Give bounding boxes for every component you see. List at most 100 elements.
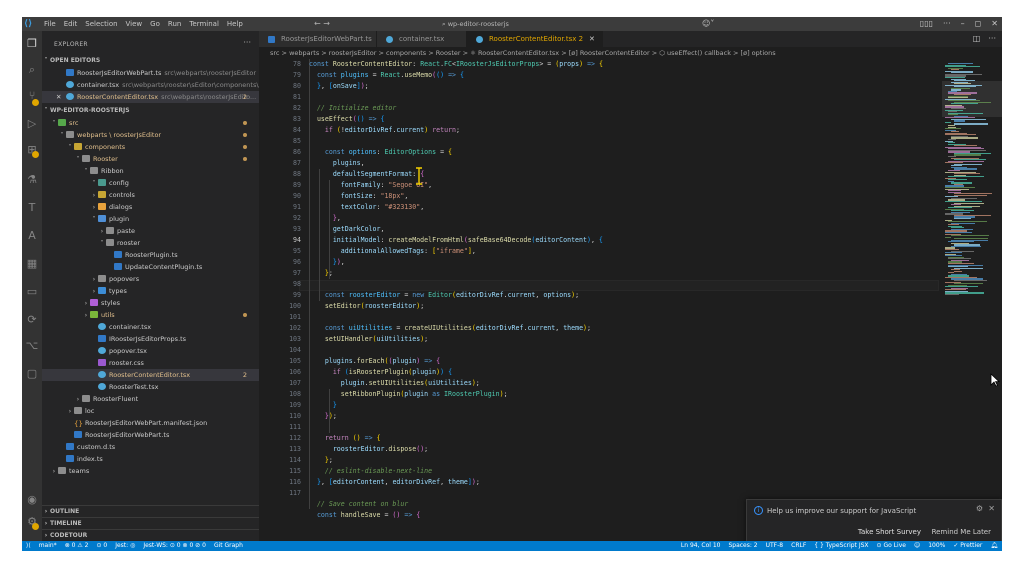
explorer-icon[interactable]: ❐ (25, 37, 39, 51)
menu-selection[interactable]: Selection (81, 17, 121, 31)
tree-folder[interactable]: › controls (42, 189, 259, 201)
language-mode-status[interactable]: { } TypeScript JSX (814, 541, 868, 551)
search-icon[interactable]: ⌕ (25, 63, 39, 77)
tree-file[interactable]: UpdateContentPlugin.ts (42, 261, 259, 273)
close-icon[interactable]: ✕ (56, 91, 66, 103)
menu-edit[interactable]: Edit (60, 17, 82, 31)
tree-folder[interactable]: › teams (42, 465, 259, 477)
tree-file[interactable]: popover.tsx (42, 345, 259, 357)
minimize-icon[interactable]: – (961, 17, 965, 31)
notification-settings-icon[interactable]: ⚙ (976, 504, 983, 513)
notification-close-icon[interactable]: ✕ (988, 504, 995, 513)
tree-folder[interactable]: › popovers (42, 273, 259, 285)
menu-run[interactable]: Run (164, 17, 185, 31)
timeline-section[interactable]: › TIMELINE (42, 517, 259, 529)
tree-folder[interactable]: ˅ src (42, 117, 259, 129)
open-editor-item[interactable]: RoosterJsEditorWebPart.ts src\webparts\ro… (42, 67, 259, 79)
tree-file[interactable]: container.tsx (42, 321, 259, 333)
code-line: setEditor(roosterEditor); (324, 302, 425, 310)
tree-file[interactable]: RoosterTest.tsx (42, 381, 259, 393)
tab-roostercontenteditor[interactable]: RoosterContentEditor.tsx 2 ✕ (467, 31, 603, 47)
run-debug-icon[interactable]: ▷ (25, 117, 39, 131)
tab-roosterjseditorwebpart[interactable]: RoosterJsEditorWebPart.ts (259, 31, 377, 47)
close-icon[interactable]: ✕ (991, 17, 998, 31)
remind-later-button[interactable]: Remind Me Later (932, 527, 991, 537)
breadcrumb[interactable]: src > webparts > roosterJsEditor > compo… (259, 47, 1002, 59)
tree-folder[interactable]: › styles (42, 297, 259, 309)
eol-status[interactable]: CRLF (791, 541, 806, 551)
git-graph-icon[interactable]: ⌥ (25, 339, 39, 353)
azure-icon[interactable]: A (25, 229, 39, 243)
notifications-bell-icon[interactable]: 🔔︎ (990, 541, 998, 551)
remote-icon[interactable]: ⟩⟨ (26, 541, 31, 551)
tree-folder[interactable]: › RoosterFluent (42, 393, 259, 405)
layout-icon[interactable]: ▯▯▯ (920, 17, 933, 31)
git-graph-status[interactable]: Git Graph (214, 541, 243, 551)
workspace-section[interactable]: ˅ WP-EDITOR-ROOSTERJS (42, 105, 259, 117)
comments-icon[interactable]: ▢ (25, 367, 39, 381)
tree-folder[interactable]: › paste (42, 225, 259, 237)
tree-file[interactable]: IRoosterJsEditorProps.ts (42, 333, 259, 345)
open-editor-item[interactable]: container.tsx src\webparts\rooster\sEdito… (42, 79, 259, 91)
menu-file[interactable]: File (40, 17, 60, 31)
teams-icon[interactable]: T (25, 201, 39, 215)
more-icon[interactable]: ··· (943, 17, 951, 31)
jest-status[interactable]: Jest: ◎ (115, 541, 135, 551)
outline-section[interactable]: › OUTLINE (42, 505, 259, 517)
command-center[interactable]: ⌕ wp-editor-roosterjs (442, 19, 582, 29)
copilot-icon[interactable]: ☺˅ (702, 17, 714, 31)
git-branch-status[interactable]: main* (39, 541, 57, 551)
zoom-status[interactable]: 100% (928, 541, 945, 551)
tree-folder[interactable]: ˅ webparts \ roosterJsEditor (42, 129, 259, 141)
prettier-status[interactable]: ✓ Prettier (953, 541, 982, 551)
remote-explorer-icon[interactable]: ▭ (25, 285, 39, 299)
minimap[interactable] (942, 59, 1002, 527)
close-tab-icon[interactable]: ✕ (589, 35, 595, 43)
tree-folder[interactable]: › loc (42, 405, 259, 417)
menu-view[interactable]: View (122, 17, 147, 31)
tree-folder[interactable]: ˅ plugin (42, 213, 259, 225)
tree-file[interactable]: {} RoosterJsEditorWebPart.manifest.json (42, 417, 259, 429)
copilot-status-icon[interactable]: ☺ (914, 541, 920, 551)
tree-file[interactable]: RoosterJsEditorWebPart.ts (42, 429, 259, 441)
tree-folder[interactable]: › types (42, 285, 259, 297)
menu-help[interactable]: Help (223, 17, 247, 31)
take-survey-button[interactable]: Take Short Survey (858, 527, 921, 537)
tree-folder[interactable]: › dialogs (42, 201, 259, 213)
go-live-status[interactable]: ⊙ Go Live (877, 541, 906, 551)
codetour-section[interactable]: › CODETOUR (42, 529, 259, 541)
open-editor-item-active[interactable]: ✕ RoosterContentEditor.tsx src\webparts\ro… (42, 91, 259, 103)
indentation-status[interactable]: Spaces: 2 (728, 541, 757, 551)
menu-go[interactable]: Go (146, 17, 164, 31)
tree-file[interactable]: custom.d.ts (42, 441, 259, 453)
ports-status[interactable]: ⊙ 0 (96, 541, 107, 551)
tree-folder[interactable]: › utils (42, 309, 259, 321)
tree-file[interactable]: rooster.css (42, 357, 259, 369)
tree-folder[interactable]: ˅ Rooster (42, 153, 259, 165)
line-number: 108 (289, 390, 301, 398)
problems-status[interactable]: ⊗ 0 ⚠ 2 (65, 541, 89, 551)
cursor-position-status[interactable]: Ln 94, Col 10 (681, 541, 721, 551)
nav-arrows[interactable]: ← → (314, 17, 330, 31)
accounts-icon[interactable]: ◉ (25, 493, 39, 507)
tab-container[interactable]: container.tsx (377, 31, 467, 47)
tree-folder[interactable]: ˅ config (42, 177, 259, 189)
tree-file-selected[interactable]: RoosterContentEditor.tsx 2 (42, 369, 259, 381)
maximize-icon[interactable]: ◻ (975, 17, 982, 31)
tree-file[interactable]: RoosterPlugin.ts (42, 249, 259, 261)
split-editor-icon[interactable]: ◫ (973, 31, 981, 47)
explorer-more-icon[interactable]: ··· (243, 38, 251, 47)
tree-folder[interactable]: ˅ Ribbon (42, 165, 259, 177)
docker-icon[interactable]: ▦ (25, 257, 39, 271)
more-actions-icon[interactable]: ··· (988, 31, 996, 47)
jest-ws-status[interactable]: Jest-WS: ⊙ 0 ⊗ 0 ⊘ 0 (143, 541, 206, 551)
testing-icon[interactable]: ⚗ (25, 173, 39, 187)
encoding-status[interactable]: UTF-8 (766, 541, 784, 551)
code-editor[interactable]: 78 79 80 81 82 83 84 85 86 87 88 89 90 91 92 93 94 95 96 97… (259, 59, 942, 527)
tree-folder[interactable]: ˅ rooster (42, 237, 259, 249)
tree-folder[interactable]: ˅ components (42, 141, 259, 153)
open-editors-section[interactable]: ˅ OPEN EDITORS (42, 55, 259, 67)
tree-file[interactable]: index.ts (42, 453, 259, 465)
menu-terminal[interactable]: Terminal (185, 17, 223, 31)
live-share-icon[interactable]: ⟳ (25, 313, 39, 327)
